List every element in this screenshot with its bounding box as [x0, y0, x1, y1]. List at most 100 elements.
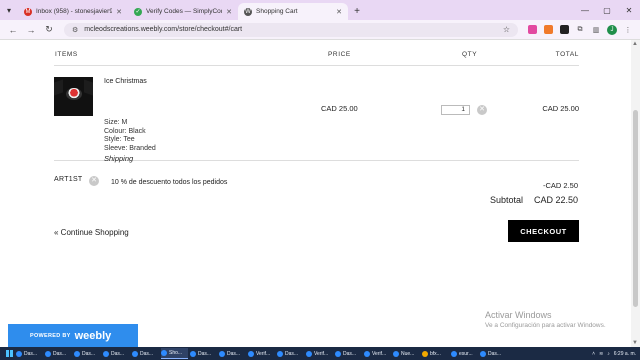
taskbar-app-item[interactable]: Sho... — [161, 348, 188, 359]
powered-by-weebly-badge[interactable]: POWERED BY weebly — [8, 324, 138, 347]
taskbar-app-item[interactable]: Das... — [103, 348, 130, 359]
powered-by-text: POWERED BY — [30, 332, 71, 339]
address-bar[interactable]: ⚙ mcleodscreations.weebly.com/store/chec… — [64, 22, 518, 37]
tab-label: Inbox (958) - stonesjavier942@ — [36, 8, 113, 15]
quantity-input[interactable]: 1 — [441, 105, 470, 115]
taskbar-item-label: Sho... — [169, 350, 183, 356]
cart-item-row: Ice Christmas Size: M Colour: Black Styl… — [54, 66, 579, 163]
scroll-up-icon[interactable]: ▲ — [632, 41, 638, 47]
app-icon — [364, 350, 370, 357]
taskbar-item-label: Nue... — [401, 350, 415, 357]
forward-arrow-icon[interactable]: → — [22, 25, 40, 35]
taskbar-app-item[interactable]: Das... — [480, 348, 507, 359]
checkout-button[interactable]: CHECKOUT — [508, 220, 579, 242]
minimize-icon[interactable]: — — [574, 6, 596, 15]
tab-label: Shopping Cart — [256, 8, 298, 15]
taskbar-item-label: Das... — [140, 350, 154, 357]
reload-icon[interactable]: ↻ — [40, 24, 58, 35]
taskbar-app-item[interactable]: Das... — [219, 348, 246, 359]
taskbar-app-item[interactable]: bfx... — [422, 348, 449, 359]
site-info-icon[interactable]: ⚙ — [72, 26, 78, 34]
new-tab-button[interactable]: + — [348, 3, 366, 20]
product-name[interactable]: Ice Christmas — [104, 78, 147, 85]
tab-verify-codes[interactable]: ✓ Verify Codes — SimplyCodes ✕ — [128, 3, 238, 20]
taskbar-app-item[interactable]: esur... — [451, 348, 478, 359]
taskbar-app-item[interactable]: Das... — [74, 348, 101, 359]
app-icon — [306, 350, 312, 357]
tray-chevron-icon[interactable]: ˄ — [592, 351, 595, 357]
close-tab-icon[interactable]: ✕ — [116, 8, 122, 16]
extensions-puzzle-icon[interactable]: ⧉ — [572, 24, 588, 36]
app-icon — [132, 350, 138, 357]
taskbar-app-item[interactable]: Das... — [335, 348, 362, 359]
activate-windows-subtitle: Ve a Configuración para activar Windows. — [485, 322, 606, 329]
column-header-total: TOTAL — [555, 51, 579, 58]
kebab-menu-icon[interactable]: ⋮ — [620, 24, 636, 36]
back-arrow-icon[interactable]: ← — [4, 25, 22, 35]
side-panel-icon[interactable]: ▥ — [588, 24, 604, 36]
maximize-icon[interactable]: ▢ — [596, 6, 618, 15]
simplycodes-favicon-icon: ✓ — [134, 7, 142, 16]
tab-search-icon[interactable]: ▾ — [0, 0, 18, 20]
taskbar-app-item[interactable]: Das... — [45, 348, 72, 359]
taskbar-item-label: bfx... — [430, 350, 441, 357]
system-tray: ˄ ≋ ♪ 6:29 a. m. — [588, 351, 640, 357]
option-style: Style: Tee — [104, 136, 135, 143]
close-window-icon[interactable]: ✕ — [618, 6, 640, 15]
taskbar-item-label: Das... — [53, 350, 67, 357]
scroll-thumb[interactable] — [633, 110, 638, 307]
browser-tab-strip: ▾ M Inbox (958) - stonesjavier942@ ✕ ✓ V… — [0, 0, 640, 20]
windows-taskbar: Das... Das... Das... Das... Das... Sho... Das.… — [0, 347, 640, 360]
app-icon — [335, 350, 341, 357]
column-header-items: ITEMS — [55, 51, 78, 58]
column-header-price: PRICE — [328, 51, 351, 58]
bookmark-star-icon[interactable]: ☆ — [503, 25, 510, 34]
option-colour: Colour: Black — [104, 127, 146, 135]
page-scrollbar[interactable]: ▲ ▼ — [631, 40, 640, 347]
remove-coupon-icon[interactable]: ✕ — [89, 176, 99, 186]
item-total: CAD 25.00 — [542, 104, 579, 113]
extension-icon[interactable] — [524, 24, 540, 36]
extension-icon[interactable] — [556, 24, 572, 36]
extension-icon[interactable] — [540, 24, 556, 36]
url-text[interactable]: mcleodscreations.weebly.com/store/checko… — [84, 26, 503, 33]
taskbar-item-label: Verif... — [372, 350, 387, 357]
profile-avatar[interactable]: J — [607, 24, 617, 35]
tab-inbox[interactable]: M Inbox (958) - stonesjavier942@ ✕ — [18, 3, 128, 20]
activate-windows-title: Activar Windows — [485, 310, 552, 320]
close-tab-icon[interactable]: ✕ — [226, 8, 232, 16]
app-icon — [103, 350, 109, 357]
remove-item-icon[interactable]: ✕ — [477, 105, 487, 115]
taskbar-app-item[interactable]: Verif... — [248, 348, 275, 359]
taskbar-app-item[interactable]: Verif... — [364, 348, 391, 359]
product-thumbnail[interactable] — [54, 77, 93, 116]
taskbar-app-item[interactable]: Das... — [16, 348, 43, 359]
volume-icon[interactable]: ♪ — [607, 351, 610, 357]
app-icon — [74, 350, 80, 357]
taskbar-app-item[interactable]: Das... — [190, 348, 217, 359]
taskbar-app-item[interactable]: Verif... — [306, 348, 333, 359]
close-tab-icon[interactable]: ✕ — [336, 8, 342, 16]
coupon-description: 10 % de descuento todos los pedidos — [111, 179, 228, 186]
tab-shopping-cart[interactable]: W Shopping Cart ✕ — [238, 3, 348, 20]
coupon-code: ART1ST — [54, 176, 83, 183]
continue-shopping-link[interactable]: « Continue Shopping — [54, 228, 129, 237]
browser-toolbar: ← → ↻ ⚙ mcleodscreations.weebly.com/stor… — [0, 20, 640, 40]
wifi-icon[interactable]: ≋ — [599, 351, 603, 357]
app-icon — [248, 350, 254, 357]
clock[interactable]: 6:29 a. m. — [614, 351, 636, 357]
subtotal-value: CAD 22.50 — [533, 195, 578, 205]
taskbar-item-label: Das... — [488, 350, 502, 357]
taskbar-item-label: Das... — [227, 350, 241, 357]
product-options: Size: M Colour: Black Style: Tee Sleeve:… — [104, 119, 156, 153]
taskbar-app-item[interactable]: Nue... — [393, 348, 420, 359]
discount-amount: -CAD 2.50 — [542, 181, 578, 190]
weebly-favicon-icon: W — [244, 7, 252, 16]
taskbar-app-item[interactable]: Das... — [277, 348, 304, 359]
taskbar-item-label: Das... — [24, 350, 38, 357]
cart-table: ITEMS PRICE QTY TOTAL Ice Christmas Size… — [54, 40, 579, 163]
windows-start-icon[interactable] — [2, 347, 16, 360]
taskbar-app-item[interactable]: Das... — [132, 348, 159, 359]
scroll-down-icon[interactable]: ▼ — [632, 340, 638, 346]
taskbar-item-label: Das... — [82, 350, 96, 357]
